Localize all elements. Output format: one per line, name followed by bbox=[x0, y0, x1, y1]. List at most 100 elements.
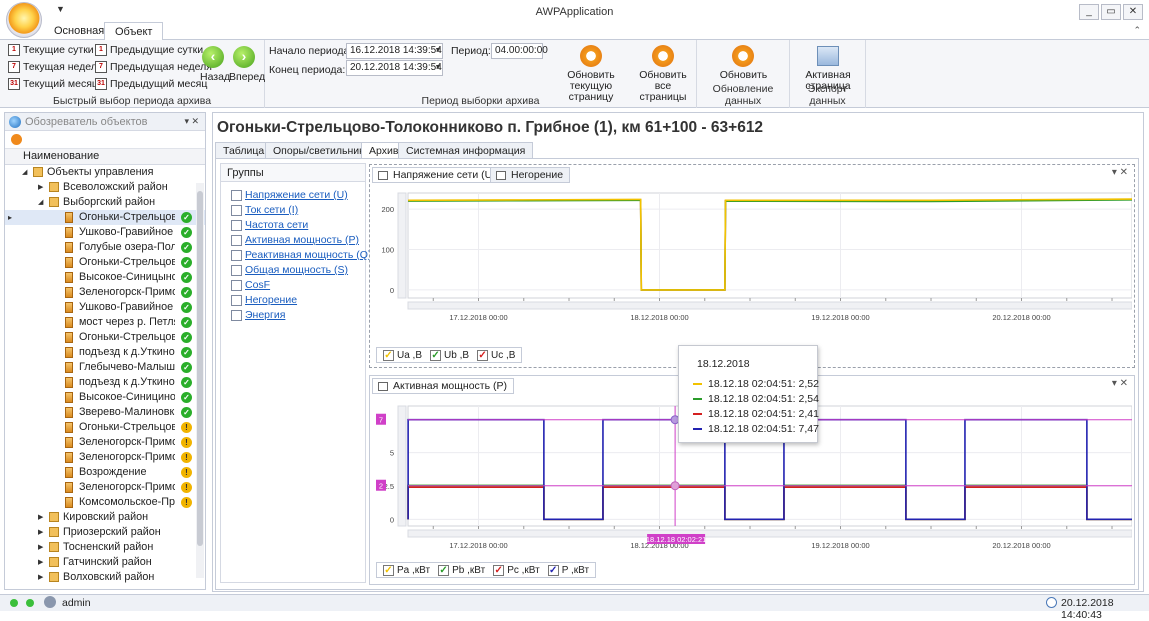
y-scrollbar bbox=[397, 405, 407, 527]
expand-arrow-icon[interactable]: ▶ bbox=[38, 555, 43, 570]
checkbox-icon[interactable]: ✓ bbox=[477, 349, 489, 361]
tree-item[interactable]: ▶ Приозерский район bbox=[5, 525, 205, 540]
previous-month-button[interactable]: 31 Предыдущий месяц bbox=[95, 78, 207, 90]
tree-item[interactable]: Огоньки-Стрельцово ✓ bbox=[5, 255, 205, 270]
checkbox-icon[interactable]: ✓ bbox=[493, 564, 505, 576]
minimize-button[interactable]: _ bbox=[1079, 4, 1099, 20]
pin-icon[interactable]: ▾ ✕ bbox=[184, 116, 199, 127]
back-button-label[interactable]: Назад bbox=[200, 71, 230, 83]
group-link[interactable]: Ток сети (I) bbox=[221, 203, 365, 218]
legend-item-ua[interactable]: ✓ Ua ,В bbox=[383, 349, 422, 361]
current-day-button[interactable]: 1 Текущие сутки bbox=[8, 44, 94, 56]
collapse-arrow-icon[interactable]: ◢ bbox=[22, 165, 27, 180]
tab-voltage[interactable]: Напряжение сети (U) bbox=[372, 167, 503, 183]
tree-item[interactable]: ▶ Волховский район bbox=[5, 570, 205, 585]
tree-item[interactable]: ▶ Всеволожский район bbox=[5, 180, 205, 195]
tree-item[interactable]: ▶ Кировский район bbox=[5, 510, 205, 525]
maximize-button[interactable]: ▭ bbox=[1101, 4, 1121, 20]
tree-item[interactable]: ◢ Объекты управления bbox=[5, 165, 205, 180]
checkbox-icon[interactable]: ✓ bbox=[547, 564, 559, 576]
tree-item[interactable]: ▶ Гатчинский район bbox=[5, 555, 205, 570]
forward-button-label[interactable]: Вперед bbox=[229, 71, 265, 83]
expand-arrow-icon[interactable]: ▶ bbox=[38, 540, 43, 555]
start-period-field[interactable]: 16.12.2018 14:39:54 bbox=[346, 43, 443, 59]
group-link[interactable]: Негорение bbox=[221, 293, 365, 308]
tree-item[interactable]: Зеленогорск-Примо! bbox=[5, 450, 205, 465]
group-link[interactable]: Реактивная мощность (Q) bbox=[221, 248, 371, 263]
current-month-button[interactable]: 31 Текущий месяц bbox=[8, 78, 98, 90]
scrollbar-thumb[interactable] bbox=[197, 191, 203, 546]
ribbon-collapse-icon[interactable]: ⌃ bbox=[1133, 25, 1141, 36]
legend-item-pc[interactable]: ✓ Pc ,кВт bbox=[493, 564, 540, 576]
tree-item[interactable]: Зверево-Малиновка ✓ bbox=[5, 405, 205, 420]
tab-active-power[interactable]: Активная мощность (P) bbox=[372, 378, 514, 394]
tree-item[interactable]: Ушково-Гравийное ✓ bbox=[5, 300, 205, 315]
legend-item-uc[interactable]: ✓ Uc ,В bbox=[477, 349, 515, 361]
current-week-button[interactable]: 7 Текущая неделя bbox=[8, 61, 103, 73]
group-link[interactable]: Активная мощность (P) bbox=[221, 233, 365, 248]
tree-item[interactable]: Комсомольское-При! bbox=[5, 495, 205, 510]
tree-item[interactable]: мост через р. Петляв ✓ bbox=[5, 315, 205, 330]
close-button[interactable]: ✕ bbox=[1123, 4, 1143, 20]
forward-arrow-icon[interactable]: › bbox=[233, 46, 255, 68]
tree-item[interactable]: Зеленогорск-Примо ✓ bbox=[5, 285, 205, 300]
app-logo-icon[interactable] bbox=[6, 2, 42, 38]
group-link[interactable]: Энергия bbox=[221, 308, 365, 323]
checkbox-icon[interactable]: ✓ bbox=[438, 564, 450, 576]
ribbon-tab-object[interactable]: Объект bbox=[104, 22, 164, 41]
tree-item[interactable]: Глебычево-Малыше ✓ bbox=[5, 360, 205, 375]
export-page-icon[interactable] bbox=[817, 46, 839, 66]
checkbox-icon[interactable]: ✓ bbox=[383, 564, 394, 576]
tree-item[interactable]: подъезд к д.Уткино д ✓ bbox=[5, 345, 205, 360]
legend-item-p[interactable]: ✓ P ,кВт bbox=[547, 564, 589, 576]
explorer-action-icon[interactable] bbox=[11, 134, 22, 145]
group-link[interactable]: CosF bbox=[221, 278, 365, 293]
group-link[interactable]: Напряжение сети (U) bbox=[221, 188, 365, 203]
expand-arrow-icon[interactable]: ▶ bbox=[38, 570, 43, 585]
back-arrow-icon[interactable]: ‹ bbox=[202, 46, 224, 68]
voltage-chart[interactable]: 0 100 200 17.12.2018 00:00 18.12.2018 00:00 1… bbox=[372, 185, 1132, 335]
group-link[interactable]: Общая мощность (S) bbox=[221, 263, 365, 278]
tree-item[interactable]: Высокое-Синицино ✓ bbox=[5, 390, 205, 405]
expand-arrow-icon[interactable]: ▶ bbox=[38, 525, 43, 540]
tree-scrollbar[interactable] bbox=[196, 183, 204, 578]
expand-arrow-icon[interactable]: ▶ bbox=[38, 180, 43, 195]
group-link[interactable]: Частота сети bbox=[221, 218, 365, 233]
legend-item-ub[interactable]: ✓ Ub ,В bbox=[430, 349, 469, 361]
checkbox-icon[interactable]: ✓ bbox=[383, 349, 394, 361]
chevron-down-icon[interactable]: ▼ bbox=[433, 60, 443, 76]
refresh-button[interactable]: Обновить bbox=[697, 70, 790, 81]
tree-item[interactable]: Ушково-Гравийное ✓ bbox=[5, 225, 205, 240]
tree-item[interactable]: Огоньки-Стрельцово ✓ ▸ bbox=[5, 210, 205, 225]
expand-arrow-icon[interactable]: ▶ bbox=[38, 510, 43, 525]
refresh-current-icon[interactable] bbox=[580, 45, 602, 67]
chart-panel-controls-icon[interactable]: ▾ ✕ bbox=[1112, 378, 1128, 389]
collapse-arrow-icon[interactable]: ◢ bbox=[38, 195, 43, 210]
tree-item[interactable]: Высокое-Синицыно ✓ bbox=[5, 270, 205, 285]
tree-item[interactable]: Зеленогорск-Примо! bbox=[5, 480, 205, 495]
previous-day-button[interactable]: 1 Предыдущие сутки bbox=[95, 44, 203, 56]
tree-item[interactable]: Огоньки-Стрельцово! bbox=[5, 420, 205, 435]
tree-item[interactable]: Зеленогорск-Примо! bbox=[5, 435, 205, 450]
lamp-icon bbox=[65, 212, 73, 223]
tree-item[interactable]: Голубые озера-Поля ✓ bbox=[5, 240, 205, 255]
tree-item[interactable]: Огоньки-Стрельцово ✓ bbox=[5, 330, 205, 345]
checkbox-icon[interactable]: ✓ bbox=[430, 349, 442, 361]
tab-table[interactable]: Таблица bbox=[215, 142, 273, 159]
refresh-all-icon[interactable] bbox=[652, 45, 674, 67]
legend-item-pa[interactable]: ✓ Pa ,кВт bbox=[383, 564, 430, 576]
chevron-down-icon[interactable]: ▼ bbox=[433, 43, 443, 59]
chart-panel-controls-icon[interactable]: ▾ ✕ bbox=[1112, 167, 1128, 178]
legend-item-pb[interactable]: ✓ Pb ,кВт bbox=[438, 564, 485, 576]
tree-column-header[interactable]: Наименование bbox=[5, 149, 205, 165]
previous-week-button[interactable]: 7 Предыдущая неделя bbox=[95, 61, 212, 73]
tree-item[interactable]: Возрождение! bbox=[5, 465, 205, 480]
tab-system-info[interactable]: Системная информация bbox=[398, 142, 534, 159]
tab-failure[interactable]: Негорение bbox=[490, 167, 571, 183]
period-field[interactable]: 04.00:00:00 bbox=[491, 43, 548, 59]
tree-item[interactable]: ▶ Тосненский район bbox=[5, 540, 205, 555]
end-period-field[interactable]: 20.12.2018 14:39:54 bbox=[346, 60, 443, 76]
refresh-icon[interactable] bbox=[732, 45, 754, 67]
tree-item[interactable]: подъезд к д.Уткино д ✓ bbox=[5, 375, 205, 390]
tree-item[interactable]: ◢ Выборгский район bbox=[5, 195, 205, 210]
